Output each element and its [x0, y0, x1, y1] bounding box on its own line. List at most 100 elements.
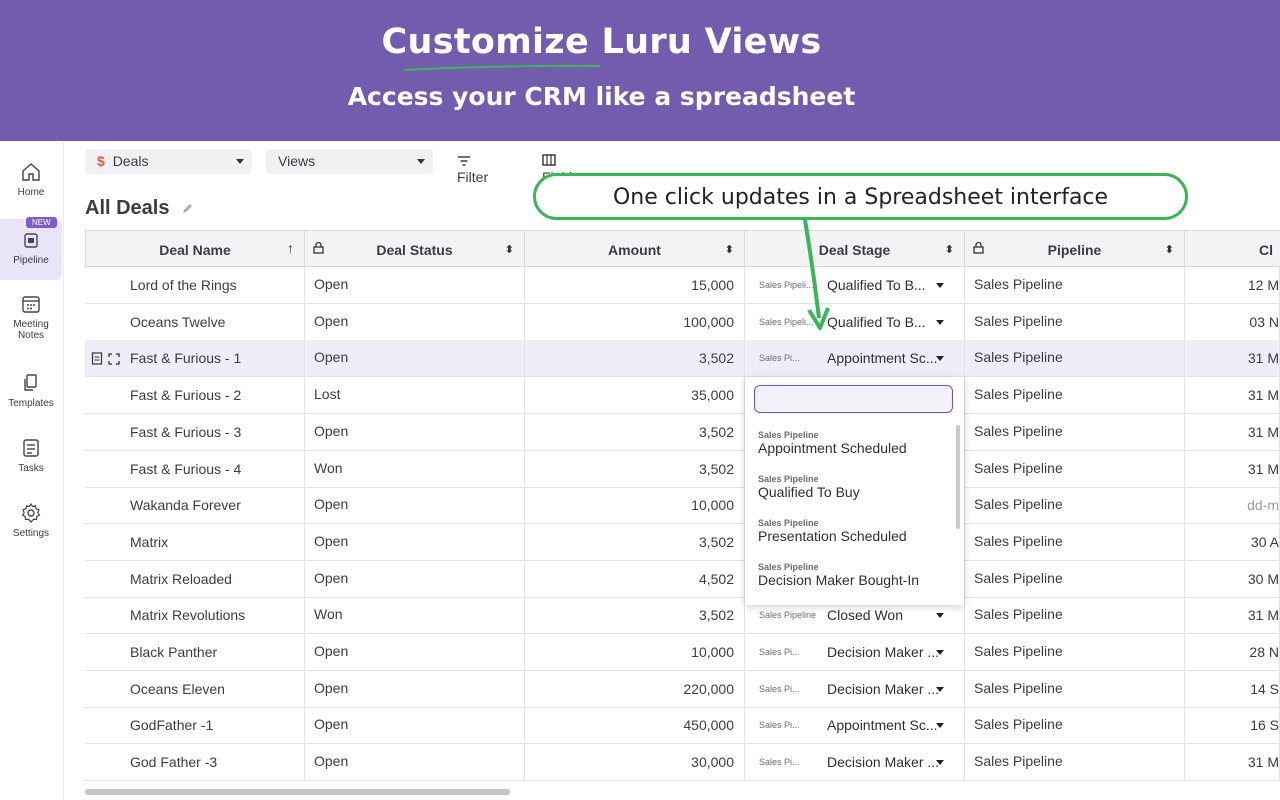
- table-row[interactable]: Black Panther Open 10,000 Sales Pi... Decisi…: [85, 634, 1280, 671]
- pipeline-cell[interactable]: Sales Pipeline: [965, 377, 1185, 415]
- amount-cell[interactable]: 3,502: [525, 450, 745, 488]
- amount-cell[interactable]: 3,502: [525, 523, 745, 561]
- deal-name-cell[interactable]: Fast & Furious - 4: [85, 450, 305, 488]
- sidebar-item-tasks[interactable]: Tasks: [0, 437, 62, 474]
- pipeline-cell[interactable]: Sales Pipeline: [965, 634, 1185, 671]
- sidebar-item-templates[interactable]: Templates: [0, 372, 62, 409]
- deal-stage-cell[interactable]: Sales Pi... Decision Maker ...: [745, 744, 965, 782]
- chevron-down-icon[interactable]: [936, 760, 944, 766]
- sort-icon[interactable]: ⬍: [725, 243, 734, 256]
- deal-stage-cell[interactable]: Sales Pipeli... Qualified To B...: [745, 267, 965, 304]
- table-row[interactable]: Fast & Furious - 1 Open 3,502 Sales Pi... Ap…: [85, 340, 1280, 378]
- deal-status-cell[interactable]: Open: [305, 560, 525, 598]
- close-date-cell[interactable]: 03 N: [1185, 303, 1280, 341]
- amount-cell[interactable]: 30,000: [525, 744, 745, 782]
- deal-stage-cell[interactable]: Sales Pi... Decision Maker ...: [745, 670, 965, 708]
- sidebar-item-meeting-notes[interactable]: Meeting Notes: [0, 293, 62, 341]
- chevron-down-icon[interactable]: [936, 356, 944, 362]
- table-row[interactable]: Wakanda Forever Open 10,000 Sales Pipeline d…: [85, 487, 1280, 525]
- document-icon[interactable]: [91, 352, 103, 365]
- close-date-cell[interactable]: dd-m: [1185, 487, 1280, 525]
- table-row[interactable]: Matrix Open 3,502 Sales Pipeline 30 A: [85, 523, 1280, 561]
- table-row[interactable]: GodFather -1 Open 450,000 Sales Pi... Appoin…: [85, 707, 1280, 745]
- sort-icon[interactable]: ⬍: [945, 243, 954, 256]
- pipeline-cell[interactable]: Sales Pipeline: [965, 560, 1185, 598]
- object-select[interactable]: $ Deals: [85, 149, 252, 174]
- pipeline-cell[interactable]: Sales Pipeline: [965, 487, 1185, 525]
- filter-button[interactable]: Filter: [457, 153, 488, 185]
- expand-icon[interactable]: [108, 353, 120, 366]
- close-date-cell[interactable]: 31 M: [1185, 413, 1280, 451]
- pencil-icon[interactable]: [181, 202, 194, 215]
- deal-status-cell[interactable]: Open: [305, 744, 525, 782]
- deal-status-cell[interactable]: Lost: [305, 377, 525, 415]
- pipeline-cell[interactable]: Sales Pipeline: [965, 597, 1185, 635]
- deal-status-cell[interactable]: Open: [305, 670, 525, 708]
- deal-stage-cell[interactable]: Sales Pi... Decision Maker ...: [745, 634, 965, 671]
- horizontal-scrollbar[interactable]: [85, 789, 510, 795]
- table-row[interactable]: Lord of the Rings Open 15,000 Sales Pipeli.…: [85, 267, 1280, 304]
- deal-name-cell[interactable]: Fast & Furious - 2: [85, 377, 305, 415]
- column-header-deal-name[interactable]: Deal Name ↑: [85, 230, 305, 267]
- deal-name-cell[interactable]: Matrix: [85, 523, 305, 561]
- arrow-up-icon[interactable]: ↑: [287, 240, 294, 256]
- close-date-cell[interactable]: 28 N: [1185, 634, 1280, 671]
- amount-cell[interactable]: 35,000: [525, 377, 745, 415]
- chevron-down-icon[interactable]: [936, 723, 944, 729]
- deal-status-cell[interactable]: Open: [305, 487, 525, 525]
- views-select[interactable]: Views: [266, 149, 433, 174]
- amount-cell[interactable]: 3,502: [525, 597, 745, 635]
- close-date-cell[interactable]: 30 A: [1185, 523, 1280, 561]
- chevron-down-icon[interactable]: [936, 283, 944, 288]
- close-date-cell[interactable]: 31 M: [1185, 377, 1280, 415]
- chevron-down-icon[interactable]: [936, 613, 944, 619]
- deal-status-cell[interactable]: Won: [305, 450, 525, 488]
- deal-name-cell[interactable]: God Father -3: [85, 744, 305, 782]
- chevron-down-icon[interactable]: [936, 686, 944, 692]
- pipeline-cell[interactable]: Sales Pipeline: [965, 303, 1185, 341]
- deal-name-cell[interactable]: Fast & Furious - 1: [85, 340, 305, 378]
- deal-status-cell[interactable]: Open: [305, 707, 525, 745]
- deal-name-cell[interactable]: GodFather -1: [85, 707, 305, 745]
- deal-name-cell[interactable]: Wakanda Forever: [85, 487, 305, 525]
- table-row[interactable]: Fast & Furious - 3 Open 3,502 Sales Pipelin…: [85, 413, 1280, 451]
- close-date-cell[interactable]: 31 M: [1185, 744, 1280, 782]
- deal-status-cell[interactable]: Open: [305, 303, 525, 341]
- amount-cell[interactable]: 3,502: [525, 413, 745, 451]
- close-date-cell[interactable]: 12 M: [1185, 267, 1280, 304]
- table-row[interactable]: Matrix Revolutions Won 3,502 Sales Pipeline…: [85, 597, 1280, 635]
- amount-cell[interactable]: 4,502: [525, 560, 745, 598]
- sidebar-item-pipeline[interactable]: NEW Pipeline: [0, 217, 62, 280]
- pipeline-cell[interactable]: Sales Pipeline: [965, 267, 1185, 304]
- deal-name-cell[interactable]: Black Panther: [85, 634, 305, 671]
- deal-stage-cell[interactable]: Sales Pi... Appointment Sc...: [745, 340, 965, 378]
- table-row[interactable]: Oceans Twelve Open 100,000 Sales Pipeli... Q…: [85, 303, 1280, 341]
- table-row[interactable]: Fast & Furious - 4 Won 3,502 Sales Pipeline…: [85, 450, 1280, 488]
- amount-cell[interactable]: 10,000: [525, 487, 745, 525]
- pipeline-cell[interactable]: Sales Pipeline: [965, 707, 1185, 745]
- column-header-deal-stage[interactable]: Deal Stage ⬍: [745, 230, 965, 267]
- close-date-cell[interactable]: 31 M: [1185, 340, 1280, 378]
- column-header-deal-status[interactable]: Deal Status ⬍: [305, 230, 525, 267]
- chevron-down-icon[interactable]: [936, 650, 944, 655]
- table-row[interactable]: Fast & Furious - 2 Lost 35,000 Sales Pipeli…: [85, 377, 1280, 415]
- close-date-cell[interactable]: 30 M: [1185, 560, 1280, 598]
- pipeline-cell[interactable]: Sales Pipeline: [965, 413, 1185, 451]
- dropdown-scrollbar[interactable]: [956, 425, 960, 529]
- deal-status-cell[interactable]: Open: [305, 267, 525, 304]
- deal-status-cell[interactable]: Open: [305, 634, 525, 671]
- deal-name-cell[interactable]: Fast & Furious - 3: [85, 413, 305, 451]
- deal-name-cell[interactable]: Matrix Reloaded: [85, 560, 305, 598]
- amount-cell[interactable]: 3,502: [525, 340, 745, 378]
- close-date-cell[interactable]: 14 S: [1185, 670, 1280, 708]
- chevron-down-icon[interactable]: [936, 319, 944, 325]
- sort-icon[interactable]: ⬍: [1165, 243, 1174, 256]
- deal-status-cell[interactable]: Open: [305, 413, 525, 451]
- stage-option[interactable]: Sales Pipeline Decision Maker Bought-In: [758, 562, 919, 588]
- table-row[interactable]: Matrix Reloaded Open 4,502 Sales Pipeline 30…: [85, 560, 1280, 598]
- deal-name-cell[interactable]: Lord of the Rings: [85, 267, 305, 304]
- table-row[interactable]: God Father -3 Open 30,000 Sales Pi... Decisi…: [85, 744, 1280, 782]
- column-header-close-date[interactable]: Cl: [1185, 230, 1280, 267]
- close-date-cell[interactable]: 31 M: [1185, 597, 1280, 635]
- amount-cell[interactable]: 10,000: [525, 634, 745, 671]
